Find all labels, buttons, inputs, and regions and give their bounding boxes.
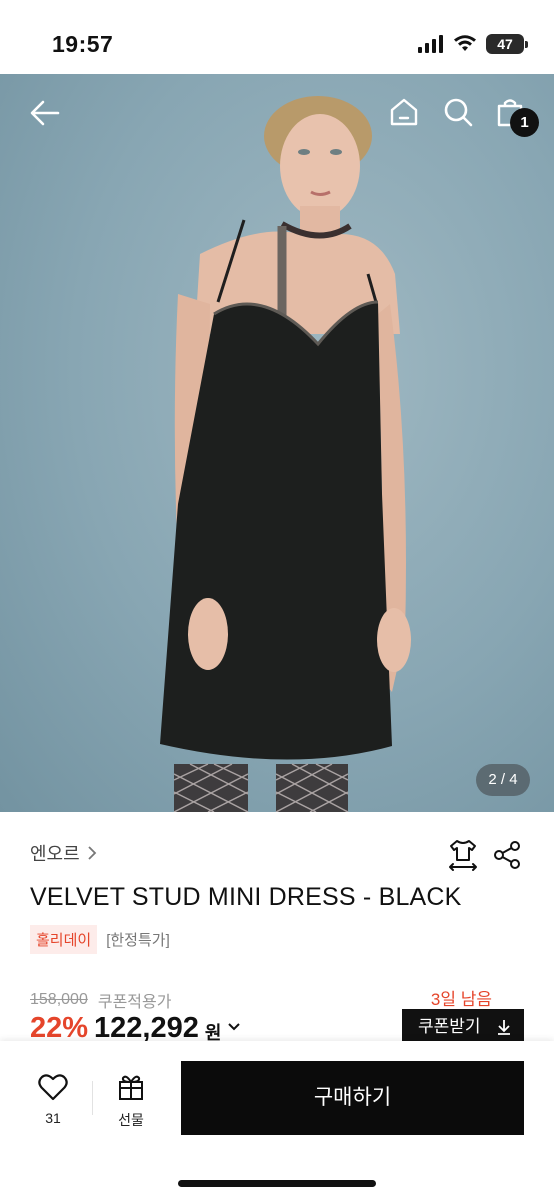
original-price-row: 158,000 쿠폰적용가: [30, 988, 171, 1012]
discount-rate: 22%: [30, 1012, 89, 1042]
holiday-badge: 홀리데이: [30, 925, 98, 954]
original-price: 158,000: [30, 991, 88, 1008]
gift-button[interactable]: 선물: [108, 1073, 154, 1130]
coupon-button-label: 쿠폰받기: [418, 1017, 481, 1036]
gift-icon: [119, 1075, 143, 1100]
status-icons: 47: [418, 33, 528, 55]
brand-name: 엔오르: [30, 844, 80, 864]
battery-indicator: 47: [486, 34, 528, 54]
divider: [92, 1081, 93, 1115]
coupon-download-button[interactable]: 쿠폰받기: [402, 1009, 524, 1041]
heart-icon: [38, 1074, 68, 1101]
like-count: 31: [45, 1110, 61, 1126]
signal-icon: [418, 35, 443, 53]
tag-row: 홀리데이 [한정특가]: [30, 925, 170, 954]
share-icon[interactable]: [493, 840, 521, 870]
download-arrow-icon: [496, 1009, 512, 1041]
product-title: VELVET STUD MINI DRESS - BLACK: [30, 883, 462, 911]
product-image-carousel[interactable]: 1 2 / 4: [0, 74, 554, 812]
status-time: 19:57: [52, 31, 114, 57]
home-indicator: [178, 1180, 376, 1187]
cart-count-badge: 1: [510, 108, 539, 137]
like-button[interactable]: 31: [33, 1073, 73, 1126]
home-icon[interactable]: [388, 96, 420, 128]
sale-price-row[interactable]: 22% 122,292 원: [30, 1012, 241, 1042]
sale-price: 122,292: [94, 1012, 199, 1042]
limited-sale-tag: [한정특가]: [106, 932, 170, 949]
status-bar: 19:57 47: [0, 0, 554, 74]
chevron-down-icon: [228, 1023, 241, 1031]
currency-label: 원: [204, 1023, 222, 1042]
coupon-days-left: 3일 남음: [430, 990, 492, 1009]
brand-link[interactable]: 엔오르: [30, 840, 98, 866]
product-photo: [160, 96, 411, 812]
back-arrow-icon[interactable]: [28, 96, 62, 130]
coupon-price-label: 쿠폰적용가: [97, 994, 172, 1011]
bottom-action-bar: 31 선물 구매하기: [0, 1041, 554, 1200]
gift-label: 선물: [118, 1112, 144, 1128]
search-icon[interactable]: [442, 96, 474, 128]
image-page-indicator: 2 / 4: [476, 764, 530, 796]
size-fit-icon[interactable]: [447, 838, 479, 872]
buy-button[interactable]: 구매하기: [181, 1061, 524, 1135]
chevron-right-icon: [88, 846, 96, 860]
wifi-icon: [454, 35, 476, 51]
